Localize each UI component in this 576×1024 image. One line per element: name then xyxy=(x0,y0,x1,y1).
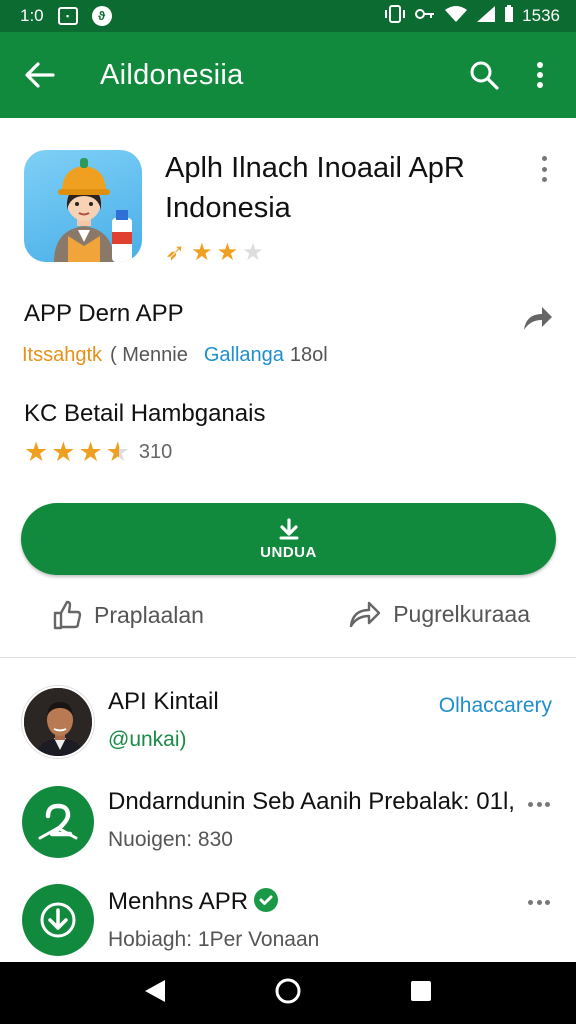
app-name: Aplh Ilnach Inoaail ApR Indonesia xyxy=(165,152,465,224)
app-icon[interactable] xyxy=(24,150,142,262)
battery-icon xyxy=(504,4,514,28)
arrow-left-icon xyxy=(25,62,55,88)
triangle-back-icon xyxy=(145,979,166,1002)
list-item-title: Dndarndunin Seb Aanih Prebalak: 01l, xyxy=(108,788,515,815)
worker-icon xyxy=(54,158,132,262)
star-half-icon: ★ xyxy=(105,437,130,467)
rating-count: 310 xyxy=(138,440,173,463)
signal-icon xyxy=(476,5,496,28)
star-empty-icon: ★ xyxy=(242,238,264,266)
status-right-text: 1536 xyxy=(522,6,560,25)
overflow-menu-button[interactable] xyxy=(512,32,568,118)
like-label: Praplaalan xyxy=(94,601,204,628)
search-button[interactable] xyxy=(456,32,512,118)
status-time: 1:0 xyxy=(20,6,44,25)
app-detail-card: Aplh Ilnach Inoaail ApR Indonesia ➶ ★ ★ … xyxy=(0,118,576,658)
app-notify-icon: ϑ xyxy=(91,6,112,26)
share-arrow-icon xyxy=(524,307,552,330)
rating-row-2: ★ ★ ★ ★ 310 xyxy=(24,437,173,467)
share-label: Pugrelkuraaa xyxy=(393,600,530,627)
star-icon: ★ xyxy=(51,437,76,467)
tag-orange[interactable]: Itssahgtk xyxy=(22,344,102,367)
share-button[interactable] xyxy=(522,304,554,337)
nav-back-button[interactable] xyxy=(143,978,167,1009)
download-button[interactable]: UNDUA xyxy=(21,503,556,575)
card-menu-button[interactable] xyxy=(532,154,556,184)
search-icon xyxy=(470,61,499,90)
message-icon: ▪ xyxy=(57,7,78,25)
list-item-subtitle: Hobiagh: 1Per Vonaan xyxy=(108,928,320,951)
download-icon xyxy=(40,902,76,938)
avatar xyxy=(22,786,94,858)
list-item-link[interactable]: Olhaccarery xyxy=(439,694,552,718)
rocket-icon: ➶ xyxy=(165,239,186,266)
tag-grey-2: 18ol xyxy=(289,344,328,366)
tag-grey: ( Mennie xyxy=(110,344,188,366)
back-button[interactable] xyxy=(0,32,80,118)
more-vert-icon xyxy=(537,62,543,88)
verified-badge-icon xyxy=(254,888,279,912)
wifi-icon xyxy=(444,5,468,28)
tag-blue[interactable]: Gallanga xyxy=(204,344,284,367)
app-bar: Aildonesiia xyxy=(0,32,576,118)
key-icon xyxy=(414,5,436,28)
avatar xyxy=(22,884,94,956)
vibrate-icon xyxy=(384,4,406,28)
star-icon: ★ xyxy=(78,437,103,467)
developer-title: APP Dern APP xyxy=(24,300,184,327)
system-nav-bar xyxy=(0,962,576,1024)
download-label: UNDUA xyxy=(260,543,317,561)
person-photo xyxy=(24,688,92,756)
nav-recents-button[interactable] xyxy=(409,979,433,1008)
number-2-icon xyxy=(38,803,78,840)
download-arrow-icon xyxy=(279,517,298,539)
list-item-title-text: Menhns APR xyxy=(108,888,249,915)
circle-home-icon xyxy=(275,978,301,1003)
app-subtitle: KC Betail Hambganais xyxy=(24,400,266,427)
star-icon: ★ xyxy=(24,437,49,467)
nav-home-button[interactable] xyxy=(274,977,302,1010)
list-item-title: API Kintail xyxy=(108,688,219,715)
list-item[interactable]: API Kintail @unkai) Olhaccarery xyxy=(0,678,576,770)
thumbs-up-icon xyxy=(53,600,82,630)
list-item-subtitle: @unkai) xyxy=(108,728,187,751)
list-item-more-button[interactable] xyxy=(528,800,550,808)
app-tags: Itssahgtk ( Mennie Gallanga 18ol xyxy=(22,344,328,367)
list-item-title: Menhns APR xyxy=(108,888,279,916)
star-icon: ★ xyxy=(191,238,213,266)
share-outline-icon xyxy=(349,601,381,628)
page-title: Aildonesiia xyxy=(100,58,244,91)
list-item-more-button[interactable] xyxy=(528,898,550,906)
status-bar: 1:0 ▪ ϑ 1536 xyxy=(0,0,576,32)
list-item-subtitle: Nuoigen: 830 xyxy=(108,828,233,851)
list-item[interactable]: Dndarndunin Seb Aanih Prebalak: 01l, Nuo… xyxy=(0,784,576,876)
square-recents-icon xyxy=(410,980,431,1001)
share-action[interactable]: Pugrelkuraaa xyxy=(349,600,530,628)
avatar xyxy=(22,686,94,758)
rating-row: ➶ ★ ★ ★ xyxy=(165,238,264,267)
star-icon: ★ xyxy=(216,238,239,266)
like-action[interactable]: Praplaalan xyxy=(52,600,204,630)
